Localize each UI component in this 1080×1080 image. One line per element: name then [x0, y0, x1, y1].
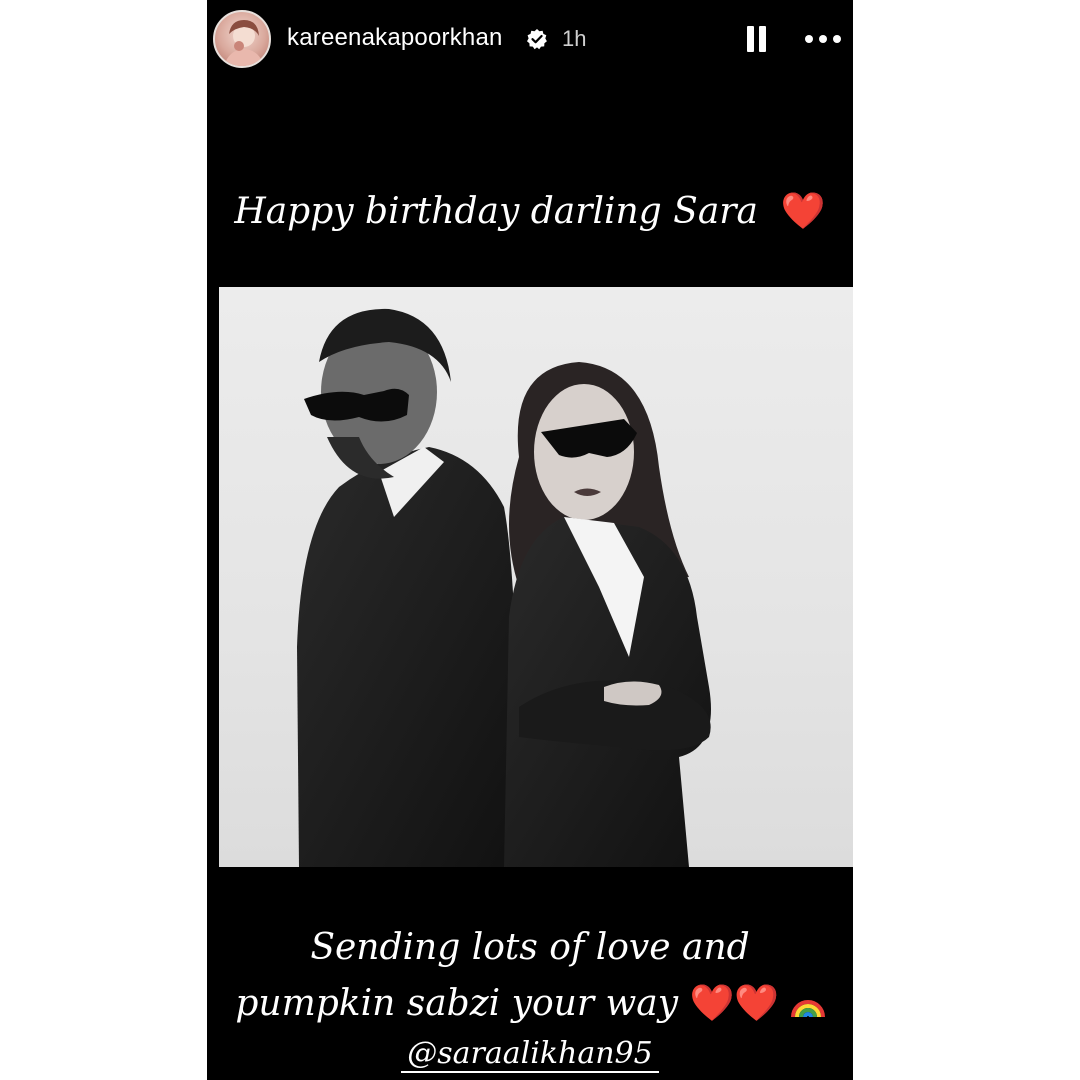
story-header: kareenakapoorkhan 1h [207, 0, 853, 80]
mention-tag[interactable]: @saraalikhan95 [207, 1036, 853, 1073]
caption-birthday: Happy birthday darling Sara ❤️ [207, 190, 853, 232]
pause-icon-bar [747, 26, 754, 52]
story-photo [219, 287, 853, 867]
caption-love-line2: pumpkin sabzi your way [235, 983, 679, 1024]
caption-love: Sending lots of love and pumpkin sabzi y… [207, 920, 853, 1032]
pause-button[interactable] [745, 26, 769, 52]
caption-love-line2-wrap: pumpkin sabzi your way ❤️❤️ [207, 976, 853, 1032]
more-options-icon-dot [805, 35, 813, 43]
pause-icon-bar [759, 26, 766, 52]
more-options-icon-dot [833, 35, 841, 43]
mention-text[interactable]: @saraalikhan95 [401, 1036, 659, 1073]
post-time: 1h [562, 26, 587, 51]
avatar-image [224, 20, 264, 66]
more-options-icon-dot [819, 35, 827, 43]
portrait-illustration [297, 308, 711, 867]
heart-emoji: ❤️ [780, 191, 826, 232]
story-viewer: kareenakapoorkhan 1h Happy birthday darl… [207, 0, 853, 1080]
caption-love-line1: Sending lots of love and [310, 927, 750, 968]
profile-avatar[interactable] [213, 10, 271, 68]
username[interactable]: kareenakapoorkhan [287, 24, 503, 52]
hearts-emoji: ❤️❤️ [689, 983, 780, 1024]
verified-badge-icon [527, 29, 547, 50]
more-options-button[interactable] [803, 30, 843, 48]
caption-birthday-text: Happy birthday darling Sara [234, 191, 758, 232]
rainbow-emoji [790, 1000, 825, 1018]
